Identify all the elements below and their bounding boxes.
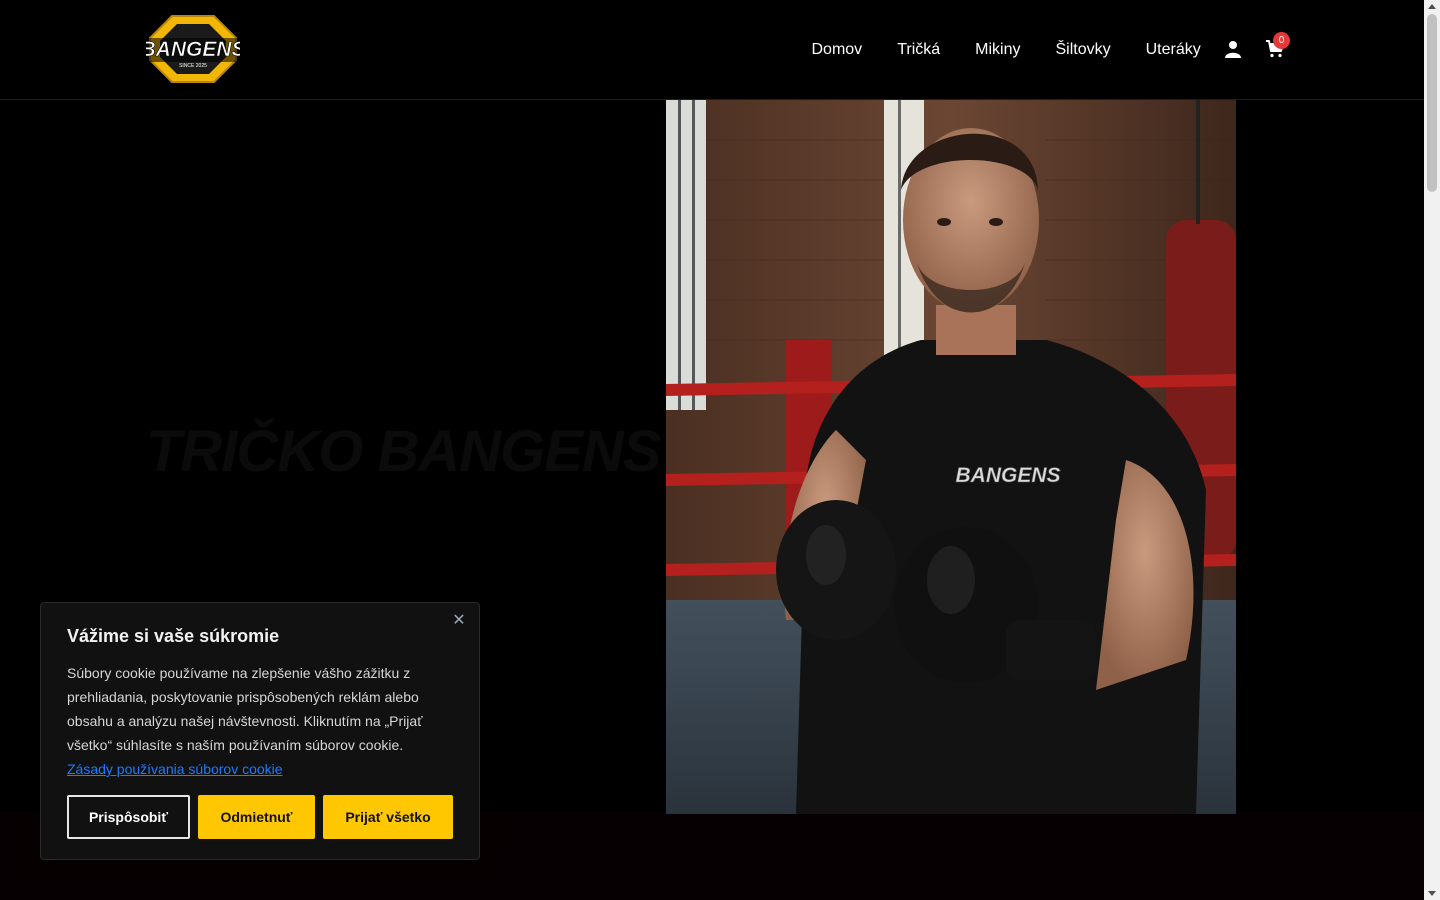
cart-count-badge: 0 bbox=[1273, 32, 1290, 49]
nav-item-tricka[interactable]: Tričká bbox=[880, 41, 958, 59]
accept-all-button[interactable]: Prijať všetko bbox=[323, 795, 453, 839]
scroll-thumb[interactable] bbox=[1427, 14, 1437, 192]
main-nav: Domov Tričká Mikiny Šiltovky Uteráky bbox=[794, 0, 1218, 100]
user-icon[interactable] bbox=[1224, 40, 1242, 58]
reject-button[interactable]: Odmietnuť bbox=[198, 795, 315, 839]
nav-item-uteraky[interactable]: Uteráky bbox=[1128, 41, 1218, 59]
hero-title: TRIČKO BANGENS bbox=[146, 419, 661, 484]
cookie-title: Vážime si vaše súkromie bbox=[67, 626, 280, 646]
nav-item-domov[interactable]: Domov bbox=[794, 41, 880, 59]
scroll-up-arrow-icon[interactable] bbox=[1428, 4, 1436, 9]
site-header: BANGENS SINCE 2025 Domov Tričká Mikiny Š… bbox=[0, 0, 1424, 100]
cookie-text: Súbory cookie používame na zlepšenie váš… bbox=[67, 661, 427, 781]
cookie-description: Súbory cookie používame na zlepšenie váš… bbox=[67, 665, 423, 753]
shirt-print: BANGENS bbox=[955, 464, 1060, 487]
cookie-policy-link[interactable]: Zásady používania súborov cookie bbox=[67, 761, 283, 777]
nav-item-mikiny[interactable]: Mikiny bbox=[958, 41, 1038, 59]
page-scrollbar[interactable] bbox=[1424, 0, 1440, 900]
logo-text: BANGENS bbox=[146, 38, 240, 61]
cookie-button-group: Prispôsobiť Odmietnuť Prijať všetko bbox=[67, 795, 453, 839]
close-icon[interactable]: ✕ bbox=[451, 613, 467, 629]
cookie-consent-banner: ✕ Vážime si vaše súkromie Súbory cookie … bbox=[40, 602, 480, 860]
hero-image: BANGENS bbox=[666, 100, 1236, 814]
logo-tagline: SINCE 2025 bbox=[179, 63, 207, 69]
logo[interactable]: BANGENS SINCE 2025 bbox=[140, 14, 246, 84]
nav-item-siltovky[interactable]: Šiltovky bbox=[1038, 41, 1128, 59]
customize-button[interactable]: Prispôsobiť bbox=[67, 795, 190, 839]
scroll-down-arrow-icon[interactable] bbox=[1428, 891, 1436, 896]
